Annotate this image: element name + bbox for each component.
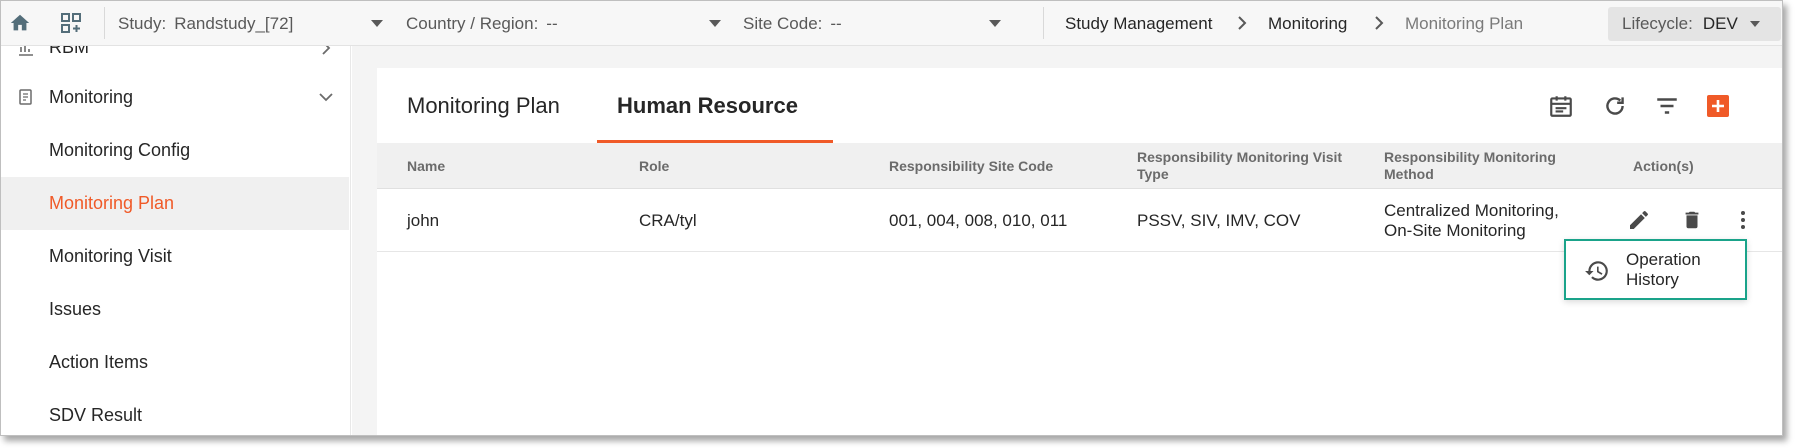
sidebar-item-label: RBM	[49, 46, 89, 57]
add-icon[interactable]	[1704, 92, 1732, 120]
column-header-name[interactable]: Name	[407, 143, 445, 189]
tab-bar: Monitoring Plan Human Resource	[377, 68, 1782, 143]
chevron-down-icon[interactable]	[709, 20, 721, 27]
chevron-down-icon	[319, 93, 333, 102]
sidebar-item-label: Issues	[49, 299, 102, 319]
chevron-down-icon[interactable]	[989, 20, 1001, 27]
chevron-right-icon	[322, 46, 331, 55]
cell-site-code: 001, 004, 008, 010, 011	[889, 210, 1068, 230]
sidebar-item-label: Action Items	[49, 352, 149, 372]
study-select[interactable]: Study: Randstudy_[72]	[118, 1, 293, 46]
breadcrumb-study-management[interactable]: Study Management	[1065, 1, 1212, 46]
tab-monitoring-plan[interactable]: Monitoring Plan	[407, 68, 560, 143]
sidebar-item-label: Monitoring Config	[49, 140, 191, 160]
lifecycle-value: DEV	[1702, 14, 1738, 33]
edit-icon[interactable]	[1625, 206, 1653, 234]
divider	[1043, 7, 1044, 39]
chevron-down-icon	[1750, 21, 1760, 27]
home-icon[interactable]	[6, 9, 34, 37]
cell-visit-type: PSSV, SIV, IMV, COV	[1137, 210, 1301, 230]
site-label: Site Code:	[743, 13, 823, 33]
header-line: Method	[1384, 166, 1434, 182]
study-label: Study:	[118, 13, 167, 33]
chevron-down-icon[interactable]	[371, 20, 383, 27]
apps-add-icon[interactable]	[57, 9, 85, 37]
site-value: --	[830, 13, 842, 33]
study-value: Randstudy_[72]	[174, 13, 294, 33]
sidebar-item-monitoring-config[interactable]: Monitoring Config	[1, 124, 349, 177]
lifecycle-select[interactable]: Lifecycle: DEV	[1608, 7, 1781, 41]
calendar-icon[interactable]	[1547, 92, 1575, 120]
sidebar-item-label: Monitoring Plan	[49, 193, 175, 213]
sidebar-section-monitoring[interactable]: Monitoring	[1, 71, 349, 124]
chevron-right-icon	[1238, 16, 1247, 30]
column-header-method[interactable]: Responsibility Monitoring Method	[1384, 143, 1556, 189]
country-label: Country / Region:	[406, 13, 539, 33]
header-line: Responsibility Monitoring	[1384, 149, 1556, 165]
breadcrumb-monitoring[interactable]: Monitoring	[1268, 1, 1347, 46]
cell-line: On-Site Monitoring	[1384, 220, 1526, 240]
trash-icon[interactable]	[1678, 206, 1706, 234]
column-header-site-code[interactable]: Responsibility Site Code	[889, 143, 1053, 189]
sidebar-item-issues[interactable]: Issues	[1, 283, 349, 336]
refresh-icon[interactable]	[1601, 92, 1629, 120]
column-header-visit-type[interactable]: Responsibility Monitoring Visit Type	[1137, 143, 1342, 189]
sidebar-item-sdv-result[interactable]: SDV Result	[1, 389, 349, 435]
more-vertical-icon[interactable]	[1729, 206, 1757, 234]
header-line: Type	[1137, 166, 1169, 182]
cell-line: Centralized Monitoring,	[1384, 200, 1559, 220]
sidebar-item-rbm[interactable]: RBM	[1, 46, 349, 74]
app-window: Study: Randstudy_[72] Country / Region: …	[0, 0, 1783, 436]
column-header-actions: Action(s)	[1633, 157, 1694, 174]
filter-icon[interactable]	[1653, 92, 1681, 120]
sidebar-section-label: Monitoring	[49, 87, 134, 107]
operation-history-label: Operation History	[1626, 249, 1701, 289]
cell-name: john	[407, 210, 440, 230]
sidebar-item-monitoring-visit[interactable]: Monitoring Visit	[1, 230, 349, 283]
document-icon	[19, 89, 32, 105]
sidebar-item-action-items[interactable]: Action Items	[1, 336, 349, 389]
sidebar-item-label: Monitoring Visit	[49, 246, 172, 266]
cell-role: CRA/tyl	[639, 210, 697, 230]
header-line: Responsibility Monitoring Visit	[1137, 149, 1343, 165]
operation-history-menu-item[interactable]: Operation History	[1564, 239, 1747, 300]
country-select[interactable]: Country / Region: --	[406, 1, 558, 46]
tab-human-resource[interactable]: Human Resource	[617, 68, 798, 143]
chevron-right-icon	[1375, 16, 1384, 30]
country-value: --	[546, 13, 558, 33]
site-code-select[interactable]: Site Code: --	[743, 1, 842, 46]
column-header-role[interactable]: Role	[639, 143, 669, 189]
history-icon	[1585, 261, 1608, 281]
lifecycle-label: Lifecycle:	[1622, 14, 1693, 33]
divider	[104, 7, 105, 39]
chart-icon	[19, 46, 33, 56]
sidebar-item-label: SDV Result	[49, 405, 143, 425]
breadcrumb-monitoring-plan: Monitoring Plan	[1405, 13, 1524, 33]
table-header: Name Role Responsibility Site Code Respo…	[377, 143, 1782, 189]
cell-method: Centralized Monitoring, On-Site Monitori…	[1384, 189, 1559, 252]
sidebar: RBM Monitoring Monitoring Config Monitor…	[1, 46, 351, 435]
top-bar: Study: Randstudy_[72] Country / Region: …	[1, 1, 1782, 46]
sidebar-item-monitoring-plan[interactable]: Monitoring Plan	[1, 177, 349, 230]
